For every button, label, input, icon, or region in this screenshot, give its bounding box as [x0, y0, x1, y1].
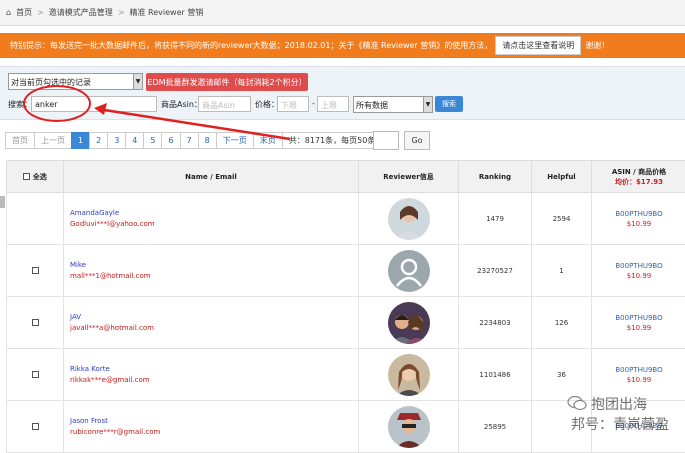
- watermark-line1: 抱团出海: [591, 394, 647, 414]
- watermark-line2: 邦号：青岚营盈: [571, 414, 669, 434]
- annotation-arrow: [0, 0, 685, 435]
- wechat-icon: [567, 395, 587, 411]
- watermark: 抱团出海 邦号：青岚营盈: [561, 391, 685, 435]
